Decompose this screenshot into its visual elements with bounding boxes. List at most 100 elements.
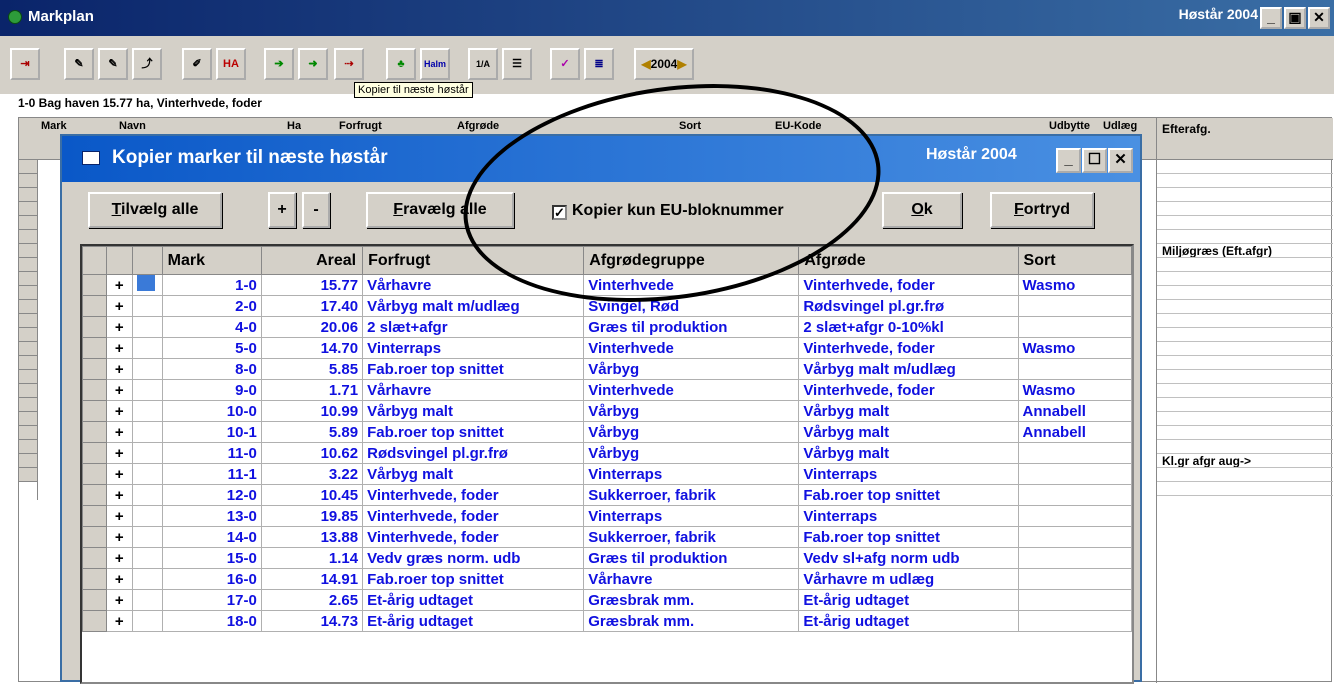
row-cursor[interactable] bbox=[131, 400, 163, 422]
table-row[interactable]: +5-0 14.70 Vinterraps Vinterhvede Vinterhved… bbox=[82, 337, 1132, 359]
row-plus[interactable]: + bbox=[105, 589, 133, 611]
table-row[interactable]: +2-0 17.40 Vårbyg malt m/udlæg Svingel, Rød… bbox=[82, 295, 1132, 317]
row-plus[interactable]: + bbox=[105, 337, 133, 359]
table-row[interactable]: +10-0 10.99 Vårbyg malt Vårbyg Vårbyg malt An… bbox=[82, 400, 1132, 422]
table-row[interactable]: +11-0 10.62 Rødsvingel pl.gr.frø Vårbyg Vårb… bbox=[82, 442, 1132, 464]
row-plus[interactable]: + bbox=[105, 295, 133, 317]
row-selector[interactable] bbox=[82, 400, 107, 422]
dialog-maximize-button[interactable]: ☐ bbox=[1082, 148, 1107, 173]
dialog-minimize-button[interactable]: _ bbox=[1056, 148, 1081, 173]
row-cursor[interactable] bbox=[131, 505, 163, 527]
row-selector[interactable] bbox=[82, 274, 107, 296]
row-selector[interactable] bbox=[82, 505, 107, 527]
minus-button[interactable]: - bbox=[302, 192, 330, 228]
row-cursor[interactable] bbox=[131, 463, 163, 485]
row-selector[interactable] bbox=[82, 295, 107, 317]
row-cursor[interactable] bbox=[131, 379, 163, 401]
row-selector[interactable] bbox=[82, 316, 107, 338]
table-row[interactable]: +14-0 13.88 Vinterhvede, foder Sukkerroer, … bbox=[82, 526, 1132, 548]
arrow-forward-icon[interactable]: ➜ bbox=[298, 48, 328, 80]
exit-icon[interactable]: ⇥ bbox=[10, 48, 40, 80]
table-row[interactable]: +12-0 10.45 Vinterhvede, foder Sukkerroer, … bbox=[82, 484, 1132, 506]
table-row[interactable]: +13-0 19.85 Vinterhvede, foder Vinterraps Vi… bbox=[82, 505, 1132, 527]
row-plus[interactable]: + bbox=[105, 463, 133, 485]
table-row[interactable]: +1-0 15.77 Vårhavre Vinterhvede Vinterhvede,… bbox=[82, 274, 1132, 296]
edit-list-icon[interactable]: ✎ bbox=[98, 48, 128, 80]
row-plus[interactable]: + bbox=[105, 610, 133, 632]
row-cursor[interactable] bbox=[131, 274, 163, 296]
row-cursor[interactable] bbox=[131, 610, 163, 632]
row-cursor[interactable] bbox=[131, 358, 163, 380]
dialog-close-button[interactable]: ✕ bbox=[1108, 148, 1133, 173]
table-row[interactable]: +11-1 3.22 Vårbyg malt Vinterraps Vinterraps bbox=[82, 463, 1132, 485]
table-row[interactable]: +8-0 5.85 Fab.roer top snittet Vårbyg Vårbyg… bbox=[82, 358, 1132, 380]
ok-button[interactable]: Ok bbox=[882, 192, 962, 228]
row-plus[interactable]: + bbox=[105, 442, 133, 464]
row-selector[interactable] bbox=[82, 337, 107, 359]
col-sort[interactable]: Sort bbox=[1017, 246, 1132, 275]
deselect-all-button[interactable]: Fravælg alle bbox=[366, 192, 514, 228]
row-selector[interactable] bbox=[82, 442, 107, 464]
row-cursor[interactable] bbox=[131, 526, 163, 548]
table-row[interactable]: +17-0 2.65 Et-årig udtaget Græsbrak mm. Et-å… bbox=[82, 589, 1132, 611]
navigate-icon[interactable]: ⤴ bbox=[132, 48, 162, 80]
col-afgrode[interactable]: Afgrøde bbox=[798, 246, 1019, 275]
plus-button[interactable]: + bbox=[268, 192, 296, 228]
row-cursor[interactable] bbox=[131, 337, 163, 359]
row-cursor[interactable] bbox=[131, 568, 163, 590]
table-row[interactable]: +18-0 14.73 Et-årig udtaget Græsbrak mm. Et-… bbox=[82, 610, 1132, 632]
row-selector[interactable] bbox=[82, 484, 107, 506]
table-row[interactable]: +4-0 20.06 2 slæt+afgr Græs til produktion 2… bbox=[82, 316, 1132, 338]
table-row[interactable]: +9-0 1.71 Vårhavre Vinterhvede Vinterhvede, … bbox=[82, 379, 1132, 401]
document-icon[interactable]: ☰ bbox=[502, 48, 532, 80]
row-cursor[interactable] bbox=[131, 295, 163, 317]
row-cursor[interactable] bbox=[131, 316, 163, 338]
select-all-button[interactable]: Tilvælg alle bbox=[88, 192, 222, 228]
row-plus[interactable]: + bbox=[105, 421, 133, 443]
copy-next-year-icon[interactable]: ⇢ bbox=[334, 48, 364, 80]
row-plus[interactable]: + bbox=[105, 316, 133, 338]
close-button[interactable]: ✕ bbox=[1308, 7, 1330, 29]
row-plus[interactable]: + bbox=[105, 526, 133, 548]
checkmark-icon[interactable]: ✓ bbox=[552, 205, 567, 220]
row-plus[interactable]: + bbox=[105, 400, 133, 422]
list-icon[interactable]: ≣ bbox=[584, 48, 614, 80]
table-row[interactable]: +16-0 14.91 Fab.roer top snittet Vårhavre Vå… bbox=[82, 568, 1132, 590]
row-plus[interactable]: + bbox=[105, 547, 133, 569]
row-selector[interactable] bbox=[82, 358, 107, 380]
row-selector[interactable] bbox=[82, 526, 107, 548]
row-plus[interactable]: + bbox=[105, 484, 133, 506]
row-selector[interactable] bbox=[82, 547, 107, 569]
edit-icon[interactable]: ✎ bbox=[64, 48, 94, 80]
row-cursor[interactable] bbox=[131, 442, 163, 464]
ha-icon[interactable]: HA bbox=[216, 48, 246, 80]
row-plus[interactable]: + bbox=[105, 568, 133, 590]
row-cursor[interactable] bbox=[131, 421, 163, 443]
row-plus[interactable]: + bbox=[105, 274, 133, 296]
col-afgrodegruppe[interactable]: Afgrødegruppe bbox=[583, 246, 800, 275]
calc-icon[interactable]: 1/A bbox=[468, 48, 498, 80]
row-cursor[interactable] bbox=[131, 484, 163, 506]
crop-icon[interactable]: ♣ bbox=[386, 48, 416, 80]
row-plus[interactable]: + bbox=[105, 358, 133, 380]
row-plus[interactable]: + bbox=[105, 379, 133, 401]
restore-button[interactable]: ▣ bbox=[1284, 7, 1306, 29]
col-forfrugt[interactable]: Forfrugt bbox=[362, 246, 585, 275]
arrow-right-icon[interactable]: ➔ bbox=[264, 48, 294, 80]
table-row[interactable]: +15-0 1.14 Vedv græs norm. udb Græs til pro… bbox=[82, 547, 1132, 569]
pencil-icon[interactable]: ✐ bbox=[182, 48, 212, 80]
row-cursor[interactable] bbox=[131, 547, 163, 569]
eu-block-checkbox[interactable]: ✓ Kopier kun EU-bloknummer bbox=[552, 202, 784, 220]
year-selector[interactable]: ◀2004▶ bbox=[634, 48, 694, 80]
report-icon[interactable]: ✓ bbox=[550, 48, 580, 80]
row-selector[interactable] bbox=[82, 568, 107, 590]
next-year-icon[interactable]: ▶ bbox=[677, 57, 686, 71]
row-plus[interactable]: + bbox=[105, 505, 133, 527]
row-selector[interactable] bbox=[82, 463, 107, 485]
prev-year-icon[interactable]: ◀ bbox=[641, 57, 650, 71]
halm-icon[interactable]: Halm bbox=[420, 48, 450, 80]
col-areal[interactable]: Areal bbox=[260, 246, 364, 275]
row-selector[interactable] bbox=[82, 379, 107, 401]
row-selector[interactable] bbox=[82, 610, 107, 632]
row-cursor[interactable] bbox=[131, 589, 163, 611]
